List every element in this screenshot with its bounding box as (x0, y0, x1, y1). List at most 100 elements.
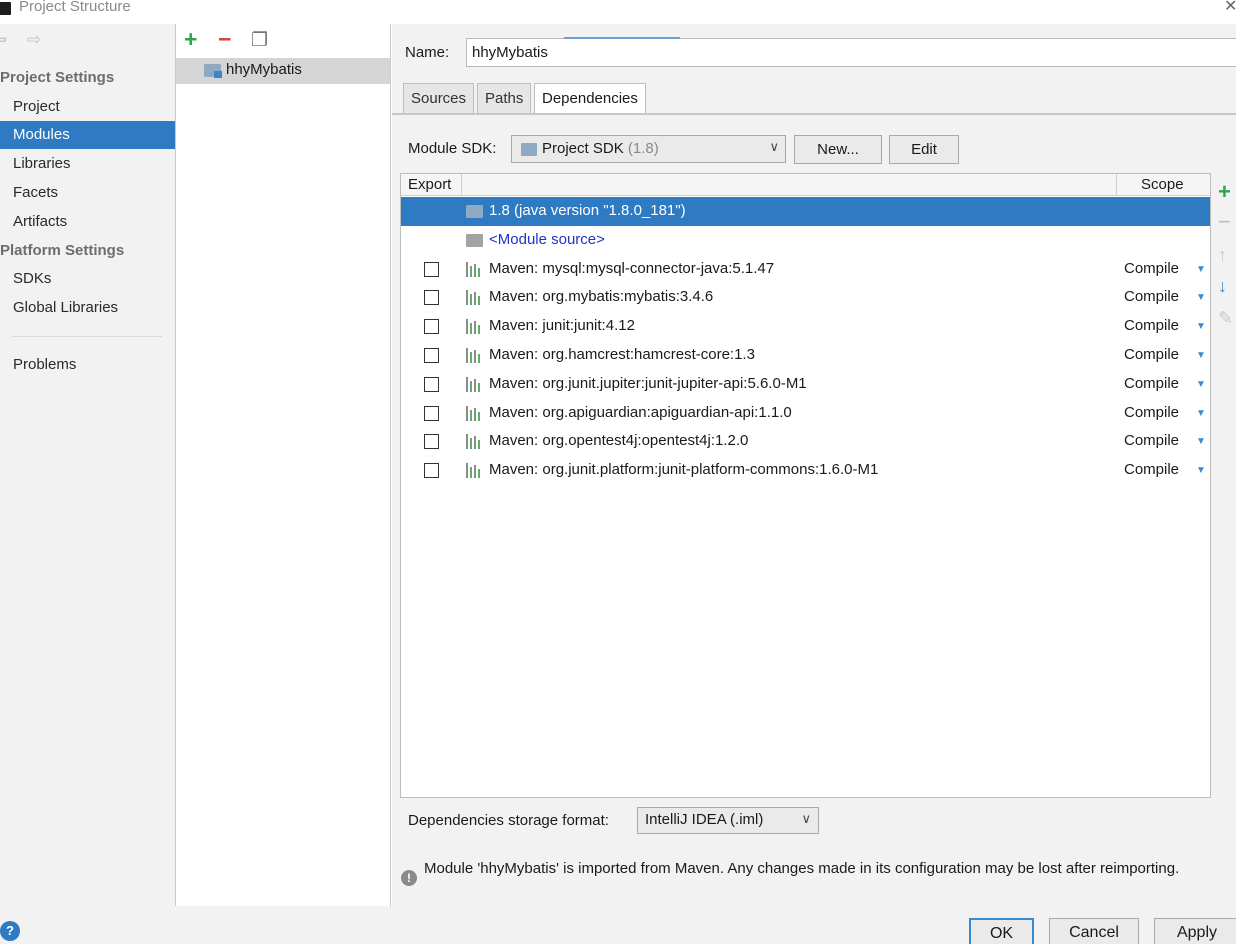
dependency-name: Maven: org.hamcrest:hamcrest-core:1.3 (489, 346, 755, 363)
dependency-name: <Module source> (489, 230, 605, 248)
help-icon[interactable]: ? (0, 921, 20, 941)
add-dependency-icon[interactable]: + (1218, 179, 1231, 205)
dependency-scope[interactable]: Compile (1124, 432, 1179, 449)
dependency-scope[interactable]: Compile (1124, 461, 1179, 478)
maven-library-icon (466, 261, 485, 277)
name-input-focus-marker (564, 37, 680, 39)
export-checkbox[interactable] (424, 463, 439, 479)
export-checkbox[interactable] (424, 405, 439, 421)
maven-library-icon (466, 405, 485, 421)
dependency-name: Maven: org.junit.platform:junit-platform… (489, 461, 879, 479)
maven-library-icon (466, 290, 485, 306)
edit-dependency-icon[interactable]: ✎ (1218, 308, 1233, 329)
storage-format-label: Dependencies storage format: (408, 812, 609, 829)
scope-dropdown-icon[interactable]: ▼ (1196, 350, 1206, 361)
chevron-down-icon: ∨ (769, 139, 779, 154)
edit-sdk-button[interactable]: Edit (889, 135, 959, 164)
dependency-scope[interactable]: Compile (1124, 260, 1179, 277)
export-checkbox[interactable] (424, 376, 439, 392)
close-icon[interactable]: ✕ (1224, 0, 1236, 16)
module-list-item[interactable]: hhyMybatis (176, 58, 390, 84)
dialog-buttons-bar: ? OK Cancel Apply (0, 906, 1236, 944)
nav-item-global-libraries[interactable]: Global Libraries (0, 294, 175, 322)
export-checkbox[interactable] (424, 348, 439, 363)
dependencies-side-toolbar: + − ↑ ↓ ✎ (1212, 173, 1236, 798)
move-up-icon[interactable]: ↑ (1218, 245, 1227, 266)
storage-format-value: IntelliJ IDEA (.iml) (645, 811, 764, 828)
column-header-export[interactable]: Export (408, 176, 451, 193)
scope-dropdown-icon[interactable]: ▼ (1196, 465, 1206, 476)
storage-format-select[interactable]: IntelliJ IDEA (.iml) ∨ (637, 807, 819, 834)
dependency-row[interactable]: Maven: org.hamcrest:hamcrest-core:1.3 Com… (401, 341, 1210, 370)
ok-button[interactable]: OK (969, 918, 1034, 944)
nav-item-sdks[interactable]: SDKs (0, 265, 175, 293)
nav-item-facets[interactable]: Facets (0, 179, 175, 207)
scope-dropdown-icon[interactable]: ▼ (1196, 436, 1206, 447)
dependency-row[interactable]: Maven: org.junit.jupiter:junit-jupiter-a… (401, 370, 1210, 399)
arrow-right-icon[interactable]: ⇨ (27, 30, 41, 50)
export-checkbox[interactable] (424, 261, 439, 277)
dependency-name: Maven: org.mybatis:mybatis:3.4.6 (489, 288, 714, 306)
maven-import-warning: Module 'hhyMybatis' is imported from Mav… (424, 860, 1180, 877)
sdk-folder-icon (521, 143, 537, 156)
export-checkbox[interactable] (424, 319, 439, 335)
dependencies-table-header: Export Scope (401, 174, 1210, 196)
new-sdk-button[interactable]: New... (794, 135, 882, 164)
module-settings: Name: Sources Paths Dependencies Module … (392, 24, 1236, 906)
dependency-scope[interactable]: Compile (1124, 375, 1179, 392)
nav-item-artifacts[interactable]: Artifacts (0, 208, 175, 236)
project-settings-heading: Project Settings (0, 69, 115, 86)
dependency-name: 1.8 (java version "1.8.0_181") (489, 202, 686, 219)
dependency-row[interactable]: 1.8 (java version "1.8.0_181") (401, 197, 1210, 226)
window-title: Project Structure (19, 0, 131, 15)
sdk-folder-icon (466, 205, 483, 218)
dependency-scope[interactable]: Compile (1124, 288, 1179, 305)
export-checkbox[interactable] (424, 290, 439, 306)
arrow-left-icon[interactable]: ⇨ (0, 30, 6, 50)
dependency-name: Maven: junit:junit:4.12 (489, 317, 635, 335)
add-module-icon[interactable]: + (184, 26, 197, 53)
tab-dependencies[interactable]: Dependencies (534, 83, 646, 115)
nav-item-modules[interactable]: Modules (0, 121, 175, 149)
copy-module-icon[interactable]: ❐ (251, 29, 268, 52)
tab-sources[interactable]: Sources (403, 83, 475, 115)
nav-item-project[interactable]: Project (0, 93, 175, 121)
cancel-button[interactable]: Cancel (1049, 918, 1139, 944)
apply-button[interactable]: Apply (1154, 918, 1236, 944)
warning-icon: ! (401, 870, 417, 886)
dependency-row[interactable]: Maven: org.mybatis:mybatis:3.4.6 Compile ▼ (401, 283, 1210, 312)
dependency-scope[interactable]: Compile (1124, 404, 1179, 421)
nav-item-libraries[interactable]: Libraries (0, 150, 175, 178)
dependency-name: Maven: org.apiguardian:apiguardian-api:1… (489, 403, 792, 421)
scope-dropdown-icon[interactable]: ▼ (1196, 379, 1206, 390)
maven-library-icon (466, 434, 485, 450)
dependency-row[interactable]: Maven: org.opentest4j:opentest4j:1.2.0 Co… (401, 427, 1210, 456)
export-checkbox[interactable] (424, 434, 439, 450)
scope-dropdown-icon[interactable]: ▼ (1196, 292, 1206, 303)
dependency-row[interactable]: Maven: org.junit.platform:junit-platform… (401, 456, 1210, 485)
remove-dependency-icon[interactable]: − (1218, 209, 1231, 235)
dependency-row[interactable]: <Module source> (401, 226, 1210, 255)
scope-dropdown-icon[interactable]: ▼ (1196, 321, 1206, 332)
title-bar: Project Structure ✕ (0, 0, 1236, 24)
column-header-scope[interactable]: Scope (1141, 176, 1184, 193)
dependency-row[interactable]: Maven: org.apiguardian:apiguardian-api:1… (401, 399, 1210, 428)
dependency-row[interactable]: Maven: mysql:mysql-connector-java:5.1.47… (401, 255, 1210, 284)
dependency-scope[interactable]: Compile (1124, 317, 1179, 334)
maven-library-icon (466, 463, 485, 479)
nav-item-problems[interactable]: Problems (0, 351, 175, 379)
dependency-row[interactable]: Maven: junit:junit:4.12 Compile ▼ (401, 312, 1210, 341)
dependency-scope[interactable]: Compile (1124, 346, 1179, 363)
tab-paths[interactable]: Paths (477, 83, 532, 115)
scope-dropdown-icon[interactable]: ▼ (1196, 408, 1206, 419)
tabs-underline (392, 113, 1236, 115)
module-sdk-select[interactable]: Project SDK (1.8) ∨ (511, 135, 786, 163)
chevron-down-icon: ∨ (801, 811, 811, 826)
name-label: Name: (405, 44, 450, 61)
move-down-icon[interactable]: ↓ (1218, 276, 1227, 297)
intellij-logo-icon (0, 2, 11, 15)
scope-dropdown-icon[interactable]: ▼ (1196, 264, 1206, 275)
maven-library-icon (466, 319, 485, 335)
module-name-input[interactable] (466, 38, 1236, 67)
remove-module-icon[interactable]: − (218, 26, 231, 53)
